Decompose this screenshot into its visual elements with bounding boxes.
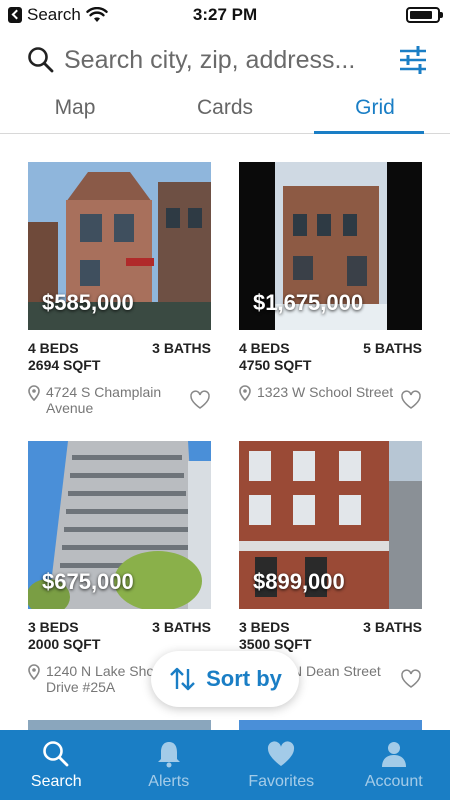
listing-baths: 3 BATHS (152, 340, 211, 356)
listing-address: 1323 W School Street (257, 384, 394, 400)
search-input[interactable] (64, 45, 386, 75)
search-icon (28, 47, 54, 73)
listing-photo[interactable]: $585,000 (28, 162, 211, 330)
heart-icon (268, 741, 295, 766)
listing-card[interactable]: $1,675,000 4 BEDS 4750 SQFT 5 BATHS 1323… (239, 162, 422, 410)
nav-account[interactable]: Account (338, 730, 450, 800)
listing-sqft: 2694 SQFT (28, 357, 101, 373)
bell-icon (157, 742, 180, 768)
tab-cards[interactable]: Cards (150, 88, 300, 133)
nav-label: Account (364, 773, 423, 790)
back-arrow-icon (8, 7, 22, 23)
listing-beds: 4 BEDS (239, 340, 290, 356)
person-icon (381, 742, 406, 767)
battery-icon (406, 7, 443, 23)
listing-address: 4724 S Champlain Avenue (46, 384, 162, 416)
listing-stats: 4 BEDS 2694 SQFT 3 BATHS (28, 340, 211, 374)
location-pin-icon (239, 385, 251, 401)
filter-icon[interactable] (396, 43, 430, 77)
sort-button[interactable]: Sort by (151, 651, 299, 707)
nav-label: Search (30, 773, 82, 790)
listing-price: $1,675,000 (253, 290, 364, 315)
search-bar (0, 36, 450, 84)
listing-baths: 3 BATHS (152, 619, 211, 635)
listing-beds: 3 BEDS (28, 619, 79, 635)
nav-favorites[interactable]: Favorites (225, 730, 338, 800)
listing-photo[interactable]: $1,675,000 (239, 162, 422, 330)
bottom-nav: Search Alerts Favorites Account (0, 730, 450, 800)
favorite-heart-icon[interactable] (400, 390, 422, 410)
nav-alerts[interactable]: Alerts (113, 730, 226, 800)
listing-address-row: 4724 S Champlain Avenue (28, 384, 211, 416)
listing-price: $899,000 (253, 569, 345, 594)
listing-baths: 5 BATHS (363, 340, 422, 356)
listing-sqft: 2000 SQFT (28, 636, 101, 652)
listing-address-row: 1323 W School Street (239, 384, 422, 410)
tab-grid[interactable]: Grid (300, 88, 450, 134)
sort-label: Sort by (206, 666, 282, 691)
nav-label: Favorites (248, 773, 315, 790)
listing-price: $585,000 (42, 290, 134, 315)
location-pin-icon (28, 664, 40, 680)
favorite-heart-icon[interactable] (189, 390, 211, 410)
listing-price: $675,000 (42, 569, 134, 594)
back-to-search[interactable]: Search (8, 5, 108, 25)
sort-arrows-icon (170, 667, 195, 691)
listing-photo[interactable]: $899,000 (239, 441, 422, 609)
back-label: Search (27, 5, 81, 24)
listing-beds: 3 BEDS (239, 619, 290, 635)
listing-stats: 3 BEDS 3500 SQFT 3 BATHS (239, 619, 422, 653)
nav-label: Alerts (148, 773, 190, 790)
listing-photo[interactable]: $675,000 (28, 441, 211, 609)
listing-baths: 3 BATHS (363, 619, 422, 635)
tab-map[interactable]: Map (0, 88, 150, 133)
listing-sqft: 4750 SQFT (239, 357, 312, 373)
listing-card[interactable]: $585,000 4 BEDS 2694 SQFT 3 BATHS 4724 S… (28, 162, 211, 416)
nav-search[interactable]: Search (0, 730, 113, 800)
wifi-icon (86, 7, 108, 22)
listing-stats: 4 BEDS 4750 SQFT 5 BATHS (239, 340, 422, 374)
search-icon (43, 741, 69, 767)
listing-stats: 3 BEDS 2000 SQFT 3 BATHS (28, 619, 211, 653)
status-bar: Search 3:27 PM (0, 0, 450, 30)
view-tabs: Map Cards Grid (0, 88, 450, 134)
listing-beds: 4 BEDS (28, 340, 79, 356)
location-pin-icon (28, 385, 40, 401)
favorite-heart-icon[interactable] (400, 669, 422, 689)
